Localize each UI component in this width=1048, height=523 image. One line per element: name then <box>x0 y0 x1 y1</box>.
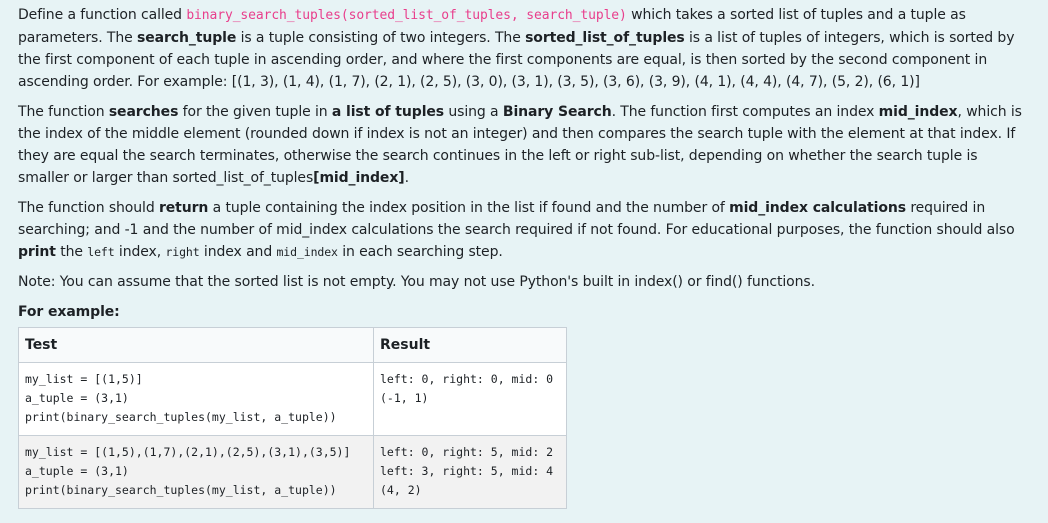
for-example-heading: For example: <box>18 301 1028 323</box>
search-tuple-term: search_tuple <box>137 30 237 46</box>
function-signature: binary_search_tuples(sorted_list_of_tupl… <box>186 8 627 23</box>
for-example-label: For example: <box>18 304 120 320</box>
result-column-header: Result <box>373 327 567 363</box>
search-text: using a <box>444 104 503 120</box>
return-text: The function should <box>18 200 159 216</box>
return-text: the <box>55 244 88 260</box>
mid-index-bracket-term: [mid_index] <box>313 170 405 186</box>
return-text: a tuple containing the index position in… <box>208 200 730 216</box>
searches-term: searches <box>108 104 179 120</box>
test-cell: my_list = [(1,5),(1,7),(2,1),(2,5),(3,1)… <box>18 435 374 509</box>
left-code: left <box>87 245 115 259</box>
return-term: return <box>158 200 209 216</box>
return-text: index, <box>114 244 166 260</box>
search-text: . <box>404 170 409 186</box>
list-term: a list of tuples <box>331 104 445 120</box>
note-paragraph: Note: You can assume that the sorted lis… <box>18 274 815 290</box>
search-text: for the given tuple in <box>178 104 332 120</box>
intro-text: is a tuple consisting of two integers. T… <box>236 30 526 46</box>
binary-search-term: Binary Search <box>502 104 612 120</box>
examples-table: Test Result my_list = [(1,5)] a_tuple = … <box>18 327 567 509</box>
search-paragraph: The function searches for the given tupl… <box>18 101 1028 189</box>
intro-text: Define a function called <box>18 7 187 23</box>
return-text: index and <box>199 244 277 260</box>
mid-index-calculations-term: mid_index calculations <box>729 200 906 216</box>
return-paragraph: The function should return a tuple conta… <box>18 197 1028 263</box>
mid-index-code: mid_index <box>276 245 338 259</box>
intro-paragraph: Define a function called binary_search_t… <box>18 4 1028 93</box>
return-text: in each searching step. <box>337 244 503 260</box>
search-text: . The function first computes an index <box>611 104 879 120</box>
question-text: Define a function called binary_search_t… <box>18 4 1028 331</box>
mid-index-term: mid_index <box>878 104 958 120</box>
print-term: print <box>18 244 56 260</box>
test-column-header: Test <box>18 327 374 363</box>
test-cell: my_list = [(1,5)] a_tuple = (3,1) print(… <box>18 362 374 436</box>
table-header-row: Test Result <box>18 327 567 363</box>
table-row: my_list = [(1,5)] a_tuple = (3,1) print(… <box>18 362 567 436</box>
result-cell: left: 0, right: 5, mid: 2 left: 3, right… <box>373 435 567 509</box>
right-code: right <box>165 245 200 259</box>
table-row: my_list = [(1,5),(1,7),(2,1),(2,5),(3,1)… <box>18 435 567 509</box>
sorted-list-term: sorted_list_of_tuples <box>525 30 685 46</box>
result-cell: left: 0, right: 0, mid: 0 (-1, 1) <box>373 362 567 436</box>
search-text: The function <box>18 104 109 120</box>
